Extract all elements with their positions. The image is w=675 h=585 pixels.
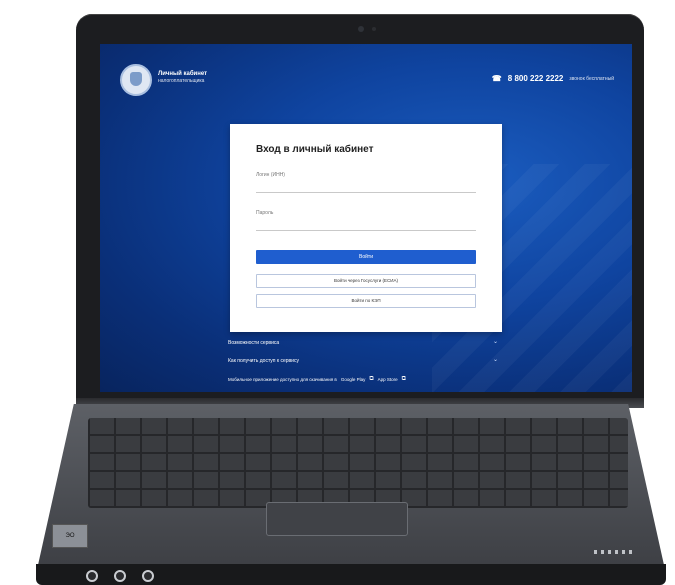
screen: Личный кабинет налогоплательщика ☎ 8 800… [100, 44, 632, 392]
keyboard[interactable] [88, 418, 628, 508]
status-led-icon [114, 570, 126, 582]
phone-block: ☎ 8 800 222 2222 звонок бесплатный [492, 74, 614, 83]
phone-note: звонок бесплатный [569, 75, 614, 82]
brand: Личный кабинет налогоплательщика [158, 70, 207, 85]
speaker-grille [594, 550, 634, 554]
esia-login-button[interactable]: Войти через Госуслуги (ЕСИА) [256, 274, 476, 288]
phone-icon: ☎ [491, 74, 502, 83]
password-label: Пароль [256, 210, 274, 216]
google-play-link[interactable]: Google Play [341, 377, 366, 382]
login-input[interactable] [256, 180, 476, 193]
login-button[interactable]: Войти [256, 250, 476, 264]
chevron-down-icon[interactable]: ⌄ [493, 338, 498, 345]
login-title: Вход в личный кабинет [256, 144, 374, 155]
password-input[interactable] [256, 218, 476, 231]
external-link-icon: ⧉ [369, 376, 374, 382]
access-link[interactable]: Как получить доступ к сервису [228, 358, 299, 364]
phone-number[interactable]: 8 800 222 2222 [508, 74, 564, 83]
kep-login-button[interactable]: Войти по КЭП [256, 294, 476, 308]
login-label: Логин (ИНН) [256, 172, 285, 178]
brand-subtitle: налогоплательщика [158, 78, 205, 84]
laptop-front-edge [36, 564, 666, 585]
chevron-down-icon[interactable]: ⌄ [493, 356, 498, 363]
app-store-link[interactable]: App Store [378, 377, 398, 382]
apps-text: Мобильное приложение доступно для скачив… [228, 377, 337, 382]
brand-title: Личный кабинет [158, 71, 208, 77]
webcam [358, 26, 364, 32]
features-link[interactable]: Возможности сервиса [228, 340, 279, 346]
laptop-sticker: ЭО [52, 524, 88, 548]
status-led-icon [142, 570, 154, 582]
webcam-sensor [372, 27, 376, 31]
status-led-icon [86, 570, 98, 582]
apps-line: Мобильное приложение доступно для скачив… [228, 376, 406, 383]
external-link-icon: ⧉ [401, 376, 406, 382]
logo-emblem-icon [120, 64, 152, 96]
touchpad[interactable] [266, 502, 408, 536]
login-card: Вход в личный кабинет Логин (ИНН) Пароль… [230, 124, 502, 332]
